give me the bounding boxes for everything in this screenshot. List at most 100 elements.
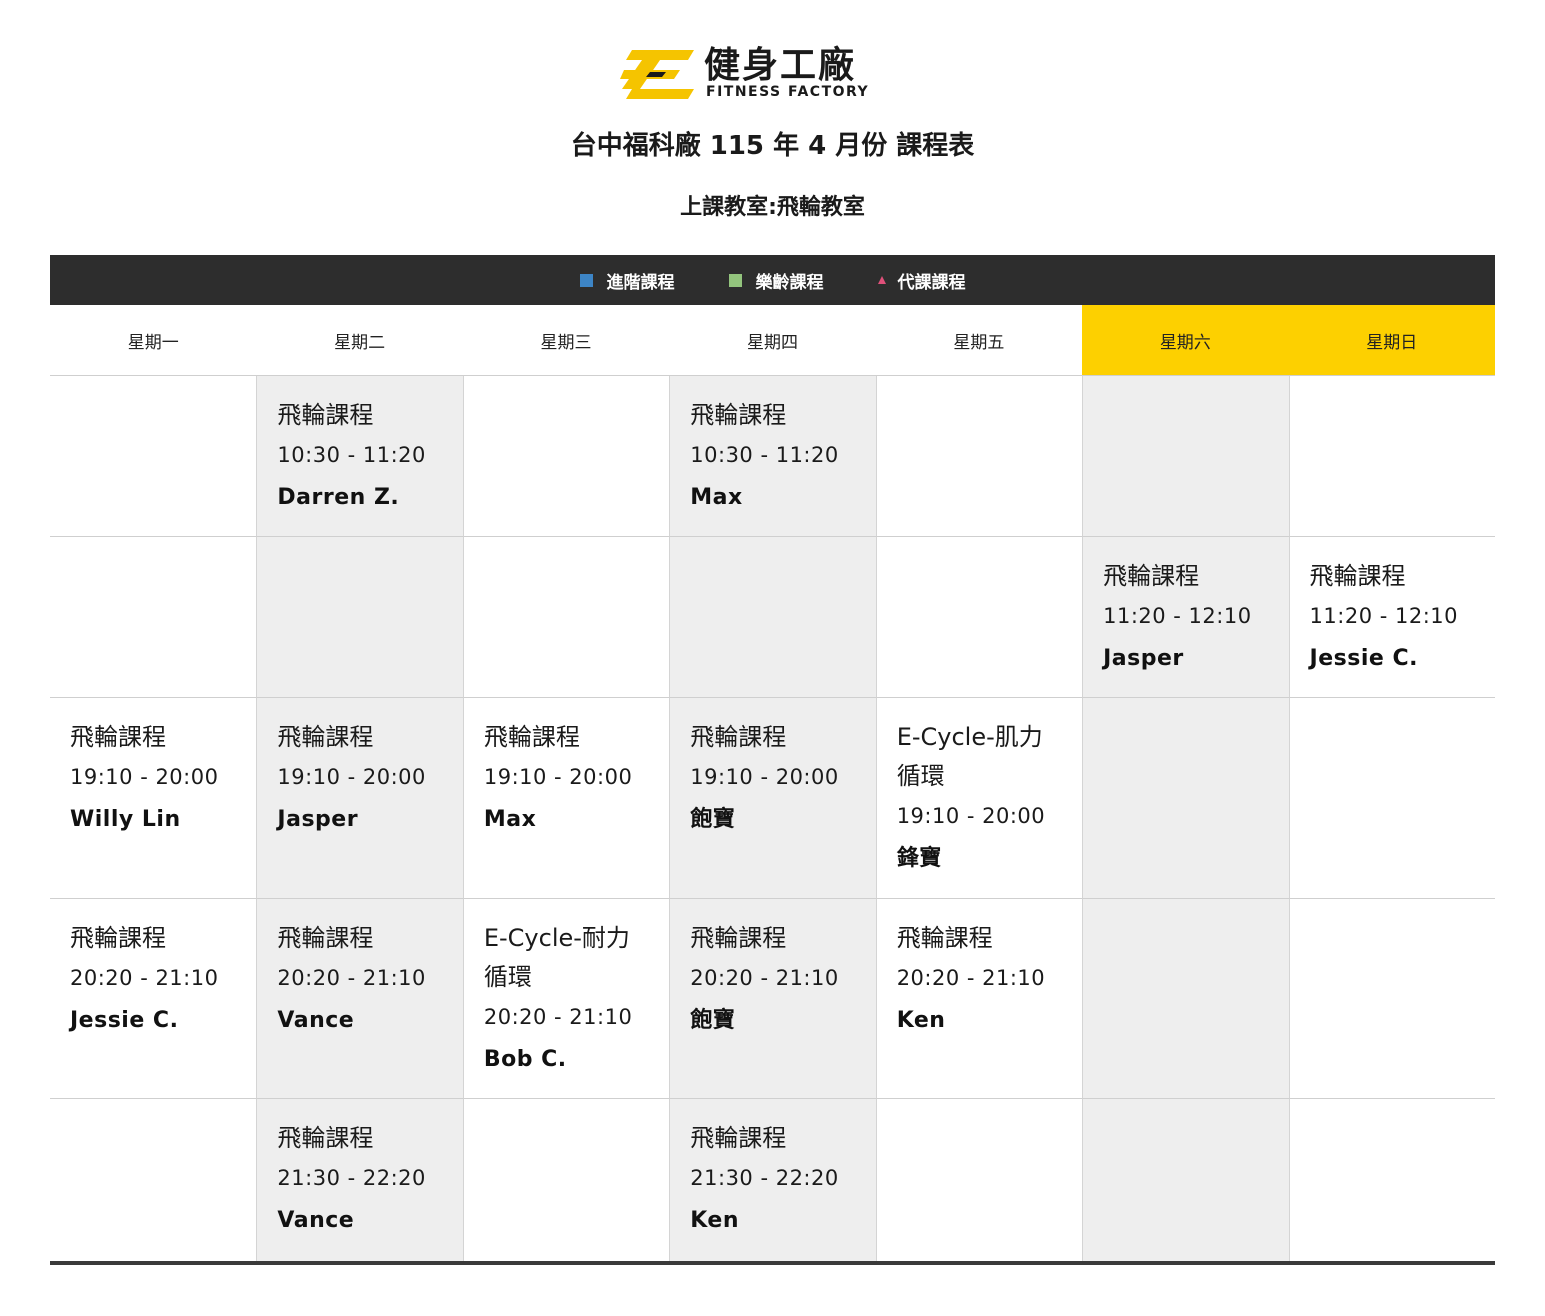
class-slot[interactable]: E-Cycle-耐力循環 20:20 - 21:10 Bob C.: [462, 899, 670, 1099]
class-name: 飛輪課程: [277, 401, 374, 429]
coach-name: Ken: [690, 1208, 740, 1233]
classroom-label: 上課教室:飛輪教室: [680, 195, 865, 220]
class-time: 19:10 - 20:00: [690, 765, 839, 789]
brand-name-zh: 健身工廠: [704, 45, 857, 86]
class-name: 飛輪課程: [1309, 562, 1406, 590]
class-slot[interactable]: 飛輪課程 19:10 - 20:00 Willy Lin: [50, 698, 257, 899]
class-time: 11:20 - 12:10: [1103, 604, 1252, 628]
class-slot[interactable]: 飛輪課程 20:20 - 21:10 Ken: [875, 899, 1083, 1099]
class-time: 20:20 - 21:10: [690, 966, 839, 990]
empty-slot: [50, 537, 257, 698]
day-header-thu: 星期四: [746, 332, 798, 353]
coach-name: Darren Z.: [277, 485, 400, 510]
day-header-row: 星期一 星期二 星期三 星期四 星期五 星期六 星期日: [50, 305, 1495, 376]
coach-name: Jessie C.: [70, 1008, 179, 1033]
class-name: E-Cycle-耐力循環: [483, 924, 630, 991]
day-header-wed: 星期三: [540, 332, 592, 353]
empty-slot: [1082, 1099, 1289, 1261]
class-time: 19:10 - 20:00: [483, 765, 633, 789]
day-header-sat: 星期六: [1082, 305, 1289, 375]
empty-slot: [1082, 899, 1289, 1099]
class-name: 飛輪課程: [483, 723, 580, 751]
coach-name: Max: [483, 807, 537, 832]
empty-slot: [1082, 376, 1289, 537]
empty-slot: [1288, 698, 1495, 899]
class-slot[interactable]: E-Cycle-肌力循環 19:10 - 20:00 鋒寶: [875, 698, 1083, 899]
legend-bar: 進階課程 樂齡課程 代課課程: [50, 255, 1495, 305]
class-name: 飛輪課程: [70, 924, 166, 952]
class-slot[interactable]: 飛輪課程 19:10 - 20:00 Max: [462, 698, 670, 899]
empty-slot: [1288, 899, 1495, 1099]
class-slot[interactable]: 飛輪課程 20:20 - 21:10 飽寶: [669, 899, 876, 1099]
class-name: 飛輪課程: [896, 924, 993, 952]
day-header-fri: 星期五: [953, 332, 1005, 353]
empty-slot: [875, 537, 1083, 698]
class-slot[interactable]: 飛輪課程 10:30 - 11:20 Max: [669, 376, 876, 537]
empty-slot: [462, 376, 670, 537]
empty-slot: [256, 537, 463, 698]
legend-label: 進階課程: [606, 272, 675, 293]
class-slot[interactable]: 飛輪課程 11:20 - 12:10 Jasper: [1082, 537, 1289, 698]
legend-senior: 樂齡課程: [728, 268, 824, 293]
class-slot[interactable]: 飛輪課程 21:30 - 22:20 Ken: [669, 1099, 876, 1261]
coach-name: 飽寶: [690, 1008, 736, 1033]
empty-slot: [1288, 376, 1495, 537]
class-name: 飛輪課程: [1103, 562, 1200, 590]
empty-slot: [462, 537, 670, 698]
class-slot[interactable]: 飛輪課程 20:20 - 21:10 Jessie C.: [50, 899, 257, 1099]
class-name: 飛輪課程: [690, 924, 787, 952]
legend-label: 樂齡課程: [755, 272, 824, 293]
empty-slot: [875, 376, 1083, 537]
coach-name: Willy Lin: [70, 807, 181, 832]
class-slot[interactable]: 飛輪課程 10:30 - 11:20 Darren Z.: [256, 376, 463, 537]
class-slot[interactable]: 飛輪課程 19:10 - 20:00 Jasper: [256, 698, 463, 899]
class-time: 11:20 - 12:10: [1309, 604, 1458, 628]
green-square-icon: [728, 273, 742, 287]
coach-name: Jessie C.: [1309, 646, 1418, 671]
page-title: 台中福科廠 115 年 4 月份 課程表: [570, 131, 975, 161]
class-name: 飛輪課程: [277, 1124, 374, 1152]
empty-slot: [50, 376, 257, 537]
class-time: 19:10 - 20:00: [70, 765, 219, 789]
coach-name: Max: [690, 485, 743, 510]
coach-name: 鋒寶: [896, 846, 942, 871]
empty-slot: [1288, 1099, 1495, 1261]
class-name: 飛輪課程: [690, 723, 787, 751]
coach-name: Vance: [277, 1208, 355, 1233]
class-time: 19:10 - 20:00: [277, 765, 426, 789]
class-time: 10:30 - 11:20: [690, 443, 839, 467]
coach-name: Bob C.: [483, 1047, 567, 1072]
schedule-body: 飛輪課程 10:30 - 11:20 Darren Z. 飛輪課程 10:30 - 11…: [50, 376, 1495, 1265]
class-slot[interactable]: 飛輪課程 19:10 - 20:00 飽寶: [669, 698, 876, 899]
brand-logo[interactable]: 健身工廠 FITNESS FACTORY: [620, 45, 930, 104]
day-header-mon: 星期一: [127, 332, 179, 353]
class-time: 20:20 - 21:10: [70, 966, 219, 990]
coach-name: Jasper: [1103, 646, 1184, 671]
class-time: 19:10 - 20:00: [896, 804, 1046, 828]
coach-name: Ken: [896, 1008, 946, 1033]
brand-name-en: FITNESS FACTORY: [706, 84, 870, 100]
legend-substitute: 代課課程: [877, 268, 966, 293]
class-time: 20:20 - 21:10: [896, 966, 1046, 990]
class-name: 飛輪課程: [277, 723, 374, 751]
empty-slot: [462, 1099, 669, 1261]
class-slot[interactable]: 飛輪課程 11:20 - 12:10 Jessie C.: [1288, 537, 1495, 698]
schedule-table: 星期一 星期二 星期三 星期四 星期五 星期六 星期日 飛輪課程 10:30 - …: [50, 305, 1495, 1265]
day-header-sun: 星期日: [1288, 305, 1495, 375]
class-name: E-Cycle-肌力循環: [896, 723, 1043, 790]
coach-name: 飽寶: [690, 807, 736, 832]
class-time: 21:30 - 22:20: [277, 1166, 426, 1190]
class-name: 飛輪課程: [690, 401, 787, 429]
legend-advanced: 進階課程: [579, 268, 675, 293]
empty-slot: [669, 537, 876, 698]
empty-slot: [1082, 698, 1289, 899]
class-name: 飛輪課程: [690, 1124, 787, 1152]
day-header-tue: 星期二: [334, 332, 386, 353]
coach-name: Vance: [277, 1008, 355, 1033]
class-slot[interactable]: 飛輪課程 21:30 - 22:20 Vance: [256, 1099, 463, 1261]
coach-name: Jasper: [277, 807, 359, 832]
class-name: 飛輪課程: [70, 723, 166, 751]
empty-slot: [875, 1099, 1082, 1261]
class-time: 20:20 - 21:10: [483, 1005, 633, 1029]
class-slot[interactable]: 飛輪課程 20:20 - 21:10 Vance: [256, 899, 463, 1099]
